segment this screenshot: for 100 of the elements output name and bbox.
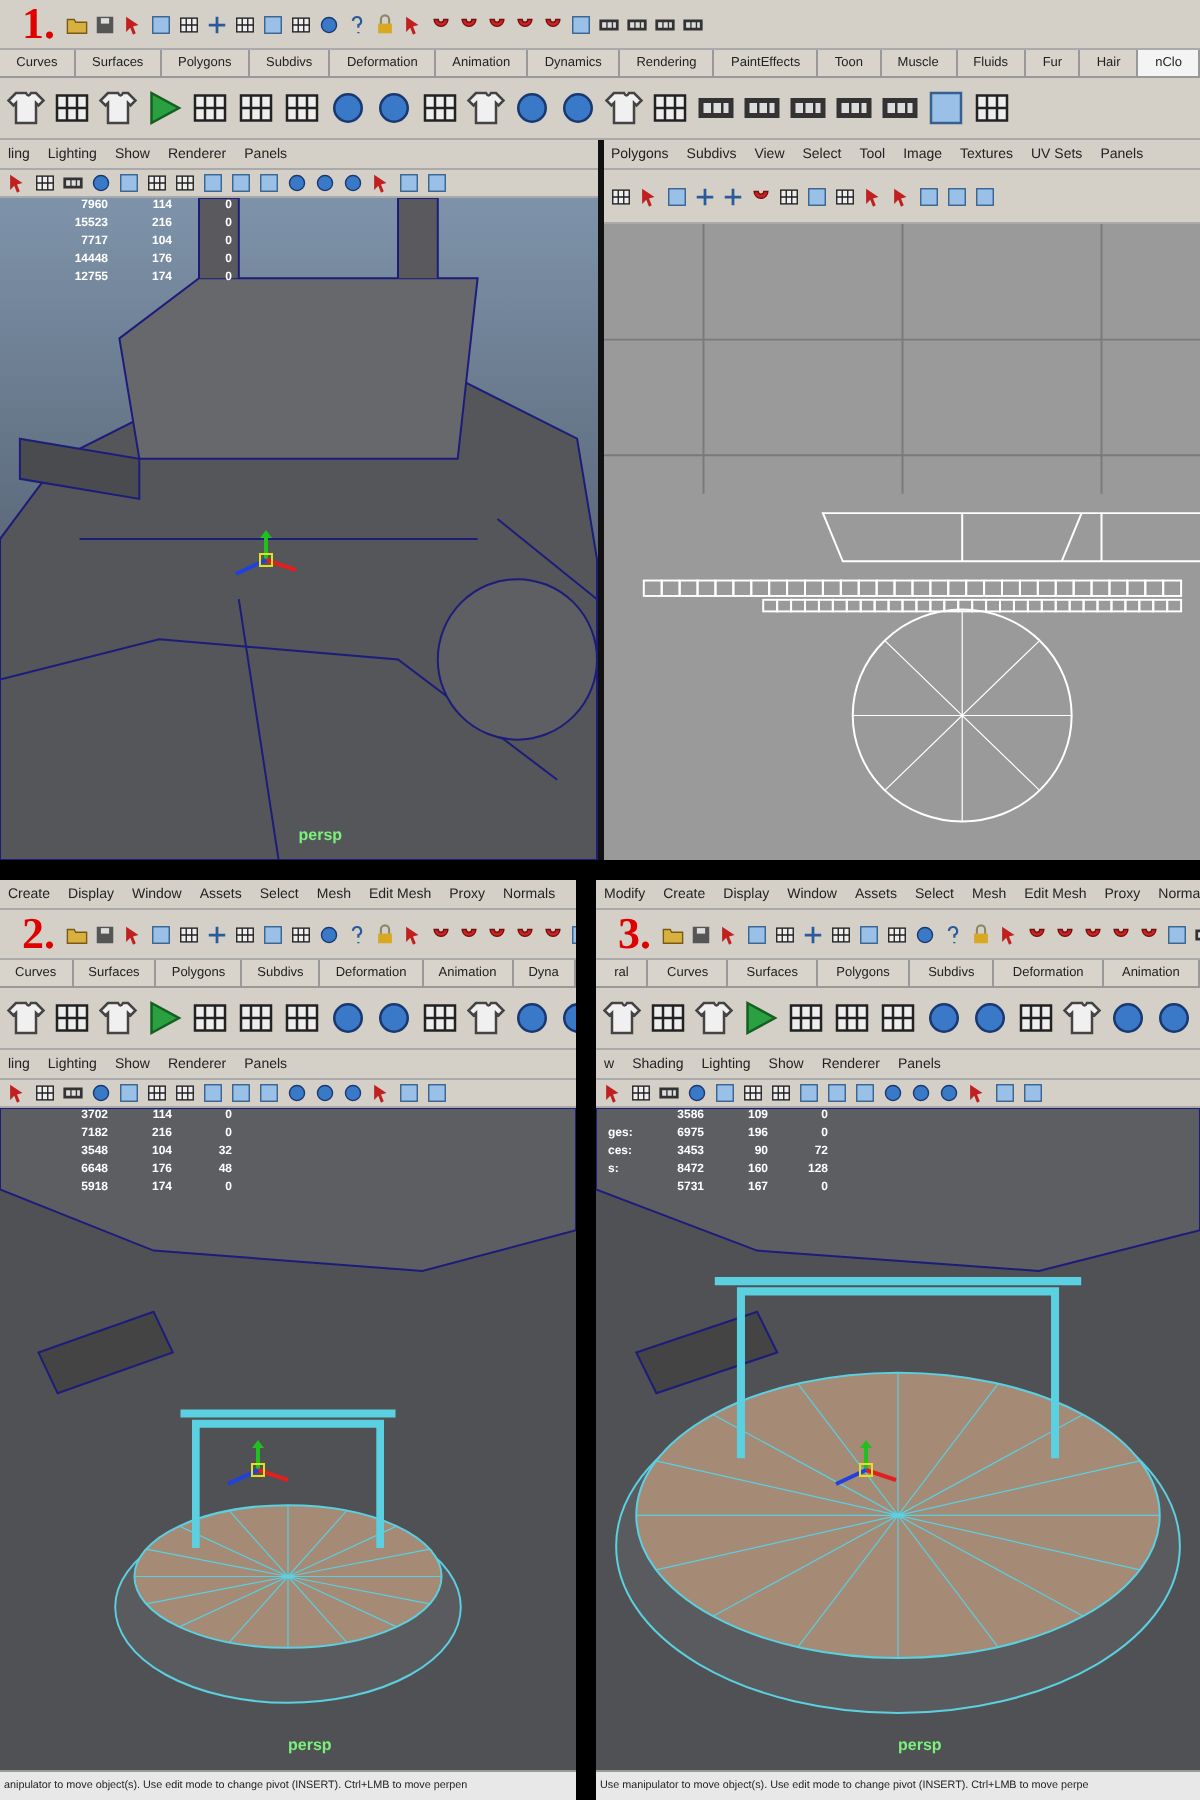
cube-icon[interactable] <box>805 185 827 207</box>
save-icon[interactable] <box>93 13 115 35</box>
sphere-icon[interactable] <box>342 172 364 194</box>
sphere-icon[interactable] <box>938 1082 960 1104</box>
cube-icon[interactable] <box>202 172 224 194</box>
grid-icon[interactable] <box>34 1082 56 1104</box>
play-icon[interactable] <box>144 88 184 128</box>
grid-icon[interactable] <box>52 998 92 1038</box>
film-icon[interactable] <box>62 1082 84 1104</box>
film-icon[interactable] <box>658 1082 680 1104</box>
cube-icon[interactable] <box>973 185 995 207</box>
sphere-icon[interactable] <box>882 1082 904 1104</box>
grid-icon[interactable] <box>833 185 855 207</box>
grid-icon[interactable] <box>609 185 631 207</box>
grid-icon[interactable] <box>829 923 851 945</box>
grid-icon[interactable] <box>146 172 168 194</box>
grid-icon[interactable] <box>282 88 322 128</box>
cube-icon[interactable] <box>258 1082 280 1104</box>
sphere-icon[interactable] <box>317 13 339 35</box>
cursor-icon[interactable] <box>997 923 1019 945</box>
cube-icon[interactable] <box>745 923 767 945</box>
save-icon[interactable] <box>689 923 711 945</box>
grid-icon[interactable] <box>177 923 199 945</box>
cursor-icon[interactable] <box>637 185 659 207</box>
grid-icon[interactable] <box>289 13 311 35</box>
cube-icon[interactable] <box>118 1082 140 1104</box>
shirt-icon[interactable] <box>98 998 138 1038</box>
cube-icon[interactable] <box>917 185 939 207</box>
cube-icon[interactable] <box>1022 1082 1044 1104</box>
plus-icon[interactable] <box>693 185 715 207</box>
shirt-icon[interactable] <box>602 998 642 1038</box>
cube-icon[interactable] <box>854 1082 876 1104</box>
sphere-icon[interactable] <box>90 1082 112 1104</box>
grid-icon[interactable] <box>885 923 907 945</box>
shirt-icon[interactable] <box>98 88 138 128</box>
grid-icon[interactable] <box>34 172 56 194</box>
grid-icon[interactable] <box>650 88 690 128</box>
cursor-icon[interactable] <box>6 1082 28 1104</box>
sphere-icon[interactable] <box>924 998 964 1038</box>
sphere-icon[interactable] <box>913 923 935 945</box>
sphere-icon[interactable] <box>374 998 414 1038</box>
cube-icon[interactable] <box>230 1082 252 1104</box>
sphere-icon[interactable] <box>90 172 112 194</box>
plus-icon[interactable] <box>205 13 227 35</box>
folder-icon[interactable] <box>65 13 87 35</box>
cube-icon[interactable] <box>569 13 591 35</box>
sphere-icon[interactable] <box>317 923 339 945</box>
sphere-icon[interactable] <box>314 1082 336 1104</box>
save-icon[interactable] <box>93 923 115 945</box>
sphere-icon[interactable] <box>374 88 414 128</box>
cursor-icon[interactable] <box>966 1082 988 1104</box>
cube-icon[interactable] <box>258 172 280 194</box>
grid-icon[interactable] <box>174 172 196 194</box>
cube-icon[interactable] <box>1165 923 1187 945</box>
grid-icon[interactable] <box>742 1082 764 1104</box>
shirt-icon[interactable] <box>6 998 46 1038</box>
grid-icon[interactable] <box>289 923 311 945</box>
sphere-icon[interactable] <box>1154 998 1194 1038</box>
grid-icon[interactable] <box>972 88 1012 128</box>
cube-icon[interactable] <box>926 88 966 128</box>
grid-icon[interactable] <box>878 998 918 1038</box>
cube-icon[interactable] <box>798 1082 820 1104</box>
cube-icon[interactable] <box>149 13 171 35</box>
grid-icon[interactable] <box>420 88 460 128</box>
sphere-icon[interactable] <box>314 172 336 194</box>
folder-icon[interactable] <box>65 923 87 945</box>
grid-icon[interactable] <box>1016 998 1056 1038</box>
cursor-icon[interactable] <box>370 1082 392 1104</box>
cube-icon[interactable] <box>826 1082 848 1104</box>
sphere-icon[interactable] <box>910 1082 932 1104</box>
grid-icon[interactable] <box>282 998 322 1038</box>
grid-icon[interactable] <box>832 998 872 1038</box>
cube-icon[interactable] <box>426 172 448 194</box>
grid-icon[interactable] <box>190 88 230 128</box>
sphere-icon[interactable] <box>342 1082 364 1104</box>
cube-icon[interactable] <box>398 1082 420 1104</box>
cursor-icon[interactable] <box>370 172 392 194</box>
cube-icon[interactable] <box>261 923 283 945</box>
cursor-icon[interactable] <box>861 185 883 207</box>
grid-icon[interactable] <box>190 998 230 1038</box>
cube-icon[interactable] <box>398 172 420 194</box>
sphere-icon[interactable] <box>286 172 308 194</box>
cube-icon[interactable] <box>230 172 252 194</box>
cube-icon[interactable] <box>994 1082 1016 1104</box>
shirt-icon[interactable] <box>6 88 46 128</box>
cube-icon[interactable] <box>945 185 967 207</box>
play-icon[interactable] <box>740 998 780 1038</box>
shirt-icon[interactable] <box>1062 998 1102 1038</box>
grid-icon[interactable] <box>770 1082 792 1104</box>
shirt-icon[interactable] <box>466 88 506 128</box>
sphere-icon[interactable] <box>328 998 368 1038</box>
cursor-icon[interactable] <box>6 172 28 194</box>
grid-icon[interactable] <box>177 13 199 35</box>
cursor-icon[interactable] <box>121 13 143 35</box>
sphere-icon[interactable] <box>970 998 1010 1038</box>
grid-icon[interactable] <box>786 998 826 1038</box>
cube-icon[interactable] <box>149 923 171 945</box>
shirt-icon[interactable] <box>694 998 734 1038</box>
play-icon[interactable] <box>144 998 184 1038</box>
grid-icon[interactable] <box>174 1082 196 1104</box>
